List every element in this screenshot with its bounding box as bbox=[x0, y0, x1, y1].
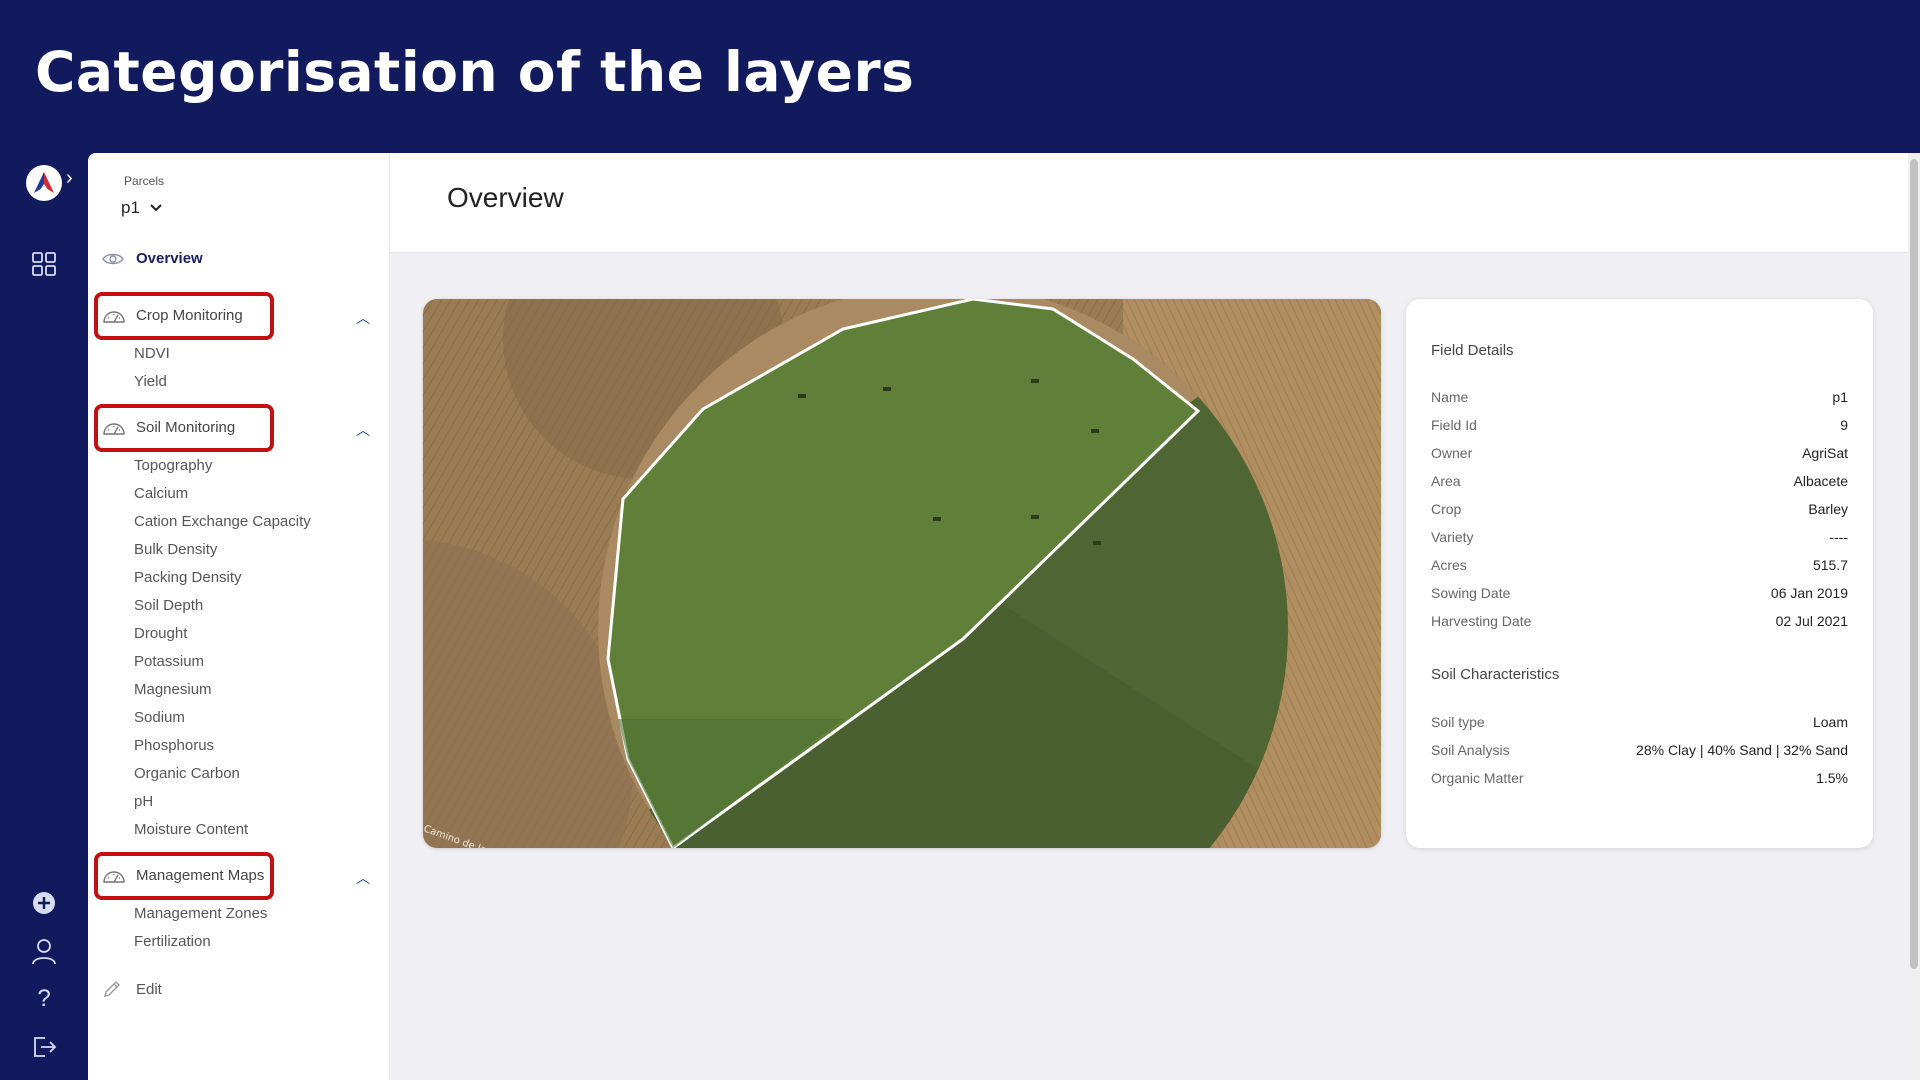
detail-label: Area bbox=[1431, 473, 1461, 489]
parcel-select-value: p1 bbox=[121, 198, 140, 217]
field-map[interactable]: Camino de la Mata bbox=[423, 299, 1381, 848]
detail-label: Variety bbox=[1431, 529, 1474, 545]
chevron-up-icon[interactable]: ︿ bbox=[356, 308, 370, 328]
detail-row: Sowing Date 06 Jan 2019 bbox=[1431, 585, 1848, 601]
group-label: Crop Monitoring bbox=[136, 307, 243, 324]
detail-value: 02 Jul 2021 bbox=[1775, 613, 1848, 629]
detail-label: Harvesting Date bbox=[1431, 613, 1532, 629]
detail-row: Field Id 9 bbox=[1431, 417, 1848, 433]
gauge-icon bbox=[103, 423, 125, 435]
gauge-icon bbox=[103, 871, 125, 883]
field-details-card: Field Details Name p1 Field Id 9 Owner A… bbox=[1406, 299, 1873, 848]
chevron-up-icon[interactable]: ︿ bbox=[356, 868, 370, 888]
detail-label: Soil type bbox=[1431, 714, 1485, 730]
grid-icon[interactable] bbox=[28, 248, 60, 280]
pencil-icon bbox=[104, 981, 120, 997]
detail-row: Soil Analysis 28% Clay | 40% Sand | 32% … bbox=[1431, 742, 1848, 758]
nav-overview-label: Overview bbox=[136, 250, 203, 267]
detail-row: Crop Barley bbox=[1431, 501, 1848, 517]
detail-label: Name bbox=[1431, 389, 1469, 405]
scrollbar-thumb[interactable] bbox=[1910, 159, 1918, 969]
detail-label: Owner bbox=[1431, 445, 1473, 461]
app-window: Parcels p1 Overview Crop Monitoring ︿ ND… bbox=[88, 153, 1920, 1080]
detail-row: Acres 515.7 bbox=[1431, 557, 1848, 573]
layer-item[interactable]: Cation Exchange Capacity bbox=[134, 513, 311, 530]
add-icon[interactable] bbox=[28, 887, 60, 919]
detail-label: Acres bbox=[1431, 557, 1467, 573]
nav-overview[interactable]: Overview bbox=[102, 250, 203, 267]
detail-label: Organic Matter bbox=[1431, 770, 1524, 786]
detail-value: Barley bbox=[1808, 501, 1848, 517]
parcels-label: Parcels bbox=[124, 174, 165, 188]
slide-title: Categorisation of the layers bbox=[35, 40, 915, 104]
detail-row: Harvesting Date 02 Jul 2021 bbox=[1431, 613, 1848, 629]
edit-button[interactable]: Edit bbox=[102, 979, 162, 999]
soil-characteristics-title: Soil Characteristics bbox=[1431, 666, 1560, 683]
detail-row: Owner AgriSat bbox=[1431, 445, 1848, 461]
chevron-up-icon[interactable]: ︿ bbox=[356, 420, 370, 440]
chevron-down-icon bbox=[150, 204, 162, 212]
field-details-title: Field Details bbox=[1431, 342, 1514, 359]
layer-item[interactable]: Magnesium bbox=[134, 681, 212, 698]
user-icon[interactable] bbox=[28, 935, 60, 967]
layer-item[interactable]: Organic Carbon bbox=[134, 765, 240, 782]
expand-chevron-icon[interactable]: › bbox=[66, 167, 73, 190]
group-label: Soil Monitoring bbox=[136, 419, 236, 436]
detail-value: 515.7 bbox=[1812, 557, 1848, 573]
layer-item[interactable]: Fertilization bbox=[134, 933, 211, 950]
detail-value: Loam bbox=[1812, 714, 1848, 730]
icon-rail: › ? bbox=[0, 153, 88, 1080]
detail-value: p1 bbox=[1832, 389, 1848, 405]
layer-item[interactable]: NDVI bbox=[134, 345, 170, 362]
detail-value: Albacete bbox=[1793, 473, 1848, 489]
satellite-map[interactable]: Camino de la Mata bbox=[423, 299, 1381, 848]
help-icon[interactable]: ? bbox=[28, 983, 60, 1015]
group-label: Management Maps bbox=[136, 867, 265, 884]
detail-row: Organic Matter 1.5% bbox=[1431, 770, 1848, 786]
layer-item[interactable]: Sodium bbox=[134, 709, 185, 726]
detail-value: 28% Clay | 40% Sand | 32% Sand bbox=[1636, 742, 1848, 758]
layer-item[interactable]: Bulk Density bbox=[134, 541, 217, 558]
eye-icon bbox=[102, 253, 124, 264]
layer-item[interactable]: Potassium bbox=[134, 653, 204, 670]
detail-value: 1.5% bbox=[1816, 770, 1848, 786]
page-scrollbar[interactable] bbox=[1908, 153, 1920, 1080]
layer-item[interactable]: Management Zones bbox=[134, 905, 267, 922]
layer-item[interactable]: Packing Density bbox=[134, 569, 242, 586]
app-logo[interactable] bbox=[26, 165, 62, 201]
edit-label: Edit bbox=[136, 980, 162, 998]
detail-row: Soil type Loam bbox=[1431, 714, 1848, 730]
group-soil-monitoring[interactable]: Soil Monitoring ︿ bbox=[94, 404, 370, 452]
detail-label: Field Id bbox=[1431, 417, 1477, 433]
detail-value: ---- bbox=[1829, 529, 1848, 545]
detail-value: AgriSat bbox=[1802, 445, 1848, 461]
detail-row: Area Albacete bbox=[1431, 473, 1848, 489]
logout-icon[interactable] bbox=[28, 1031, 60, 1063]
layers-sidebar: Parcels p1 Overview Crop Monitoring ︿ ND… bbox=[88, 153, 390, 1080]
detail-label: Crop bbox=[1431, 501, 1462, 517]
detail-value: 9 bbox=[1840, 417, 1848, 433]
group-management-maps[interactable]: Management Maps ︿ bbox=[94, 852, 370, 900]
layer-item[interactable]: pH bbox=[134, 793, 153, 810]
detail-row: Variety ---- bbox=[1431, 529, 1848, 545]
detail-value: 06 Jan 2019 bbox=[1770, 585, 1848, 601]
layer-item[interactable]: Topography bbox=[134, 457, 212, 474]
layer-item[interactable]: Calcium bbox=[134, 485, 188, 502]
layer-item[interactable]: Drought bbox=[134, 625, 187, 642]
page-header: Overview bbox=[390, 153, 1908, 253]
detail-label: Soil Analysis bbox=[1431, 742, 1510, 758]
page-title: Overview bbox=[447, 182, 564, 213]
gauge-icon bbox=[103, 311, 125, 323]
layer-item[interactable]: Soil Depth bbox=[134, 597, 203, 614]
layer-item[interactable]: Phosphorus bbox=[134, 737, 214, 754]
layer-item[interactable]: Moisture Content bbox=[134, 821, 248, 838]
detail-row: Name p1 bbox=[1431, 389, 1848, 405]
parcel-select[interactable]: p1 bbox=[121, 198, 162, 218]
group-crop-monitoring[interactable]: Crop Monitoring ︿ bbox=[94, 292, 370, 340]
detail-label: Sowing Date bbox=[1431, 585, 1511, 601]
slide-banner: Categorisation of the layers bbox=[0, 0, 1920, 153]
layer-item[interactable]: Yield bbox=[134, 373, 167, 390]
